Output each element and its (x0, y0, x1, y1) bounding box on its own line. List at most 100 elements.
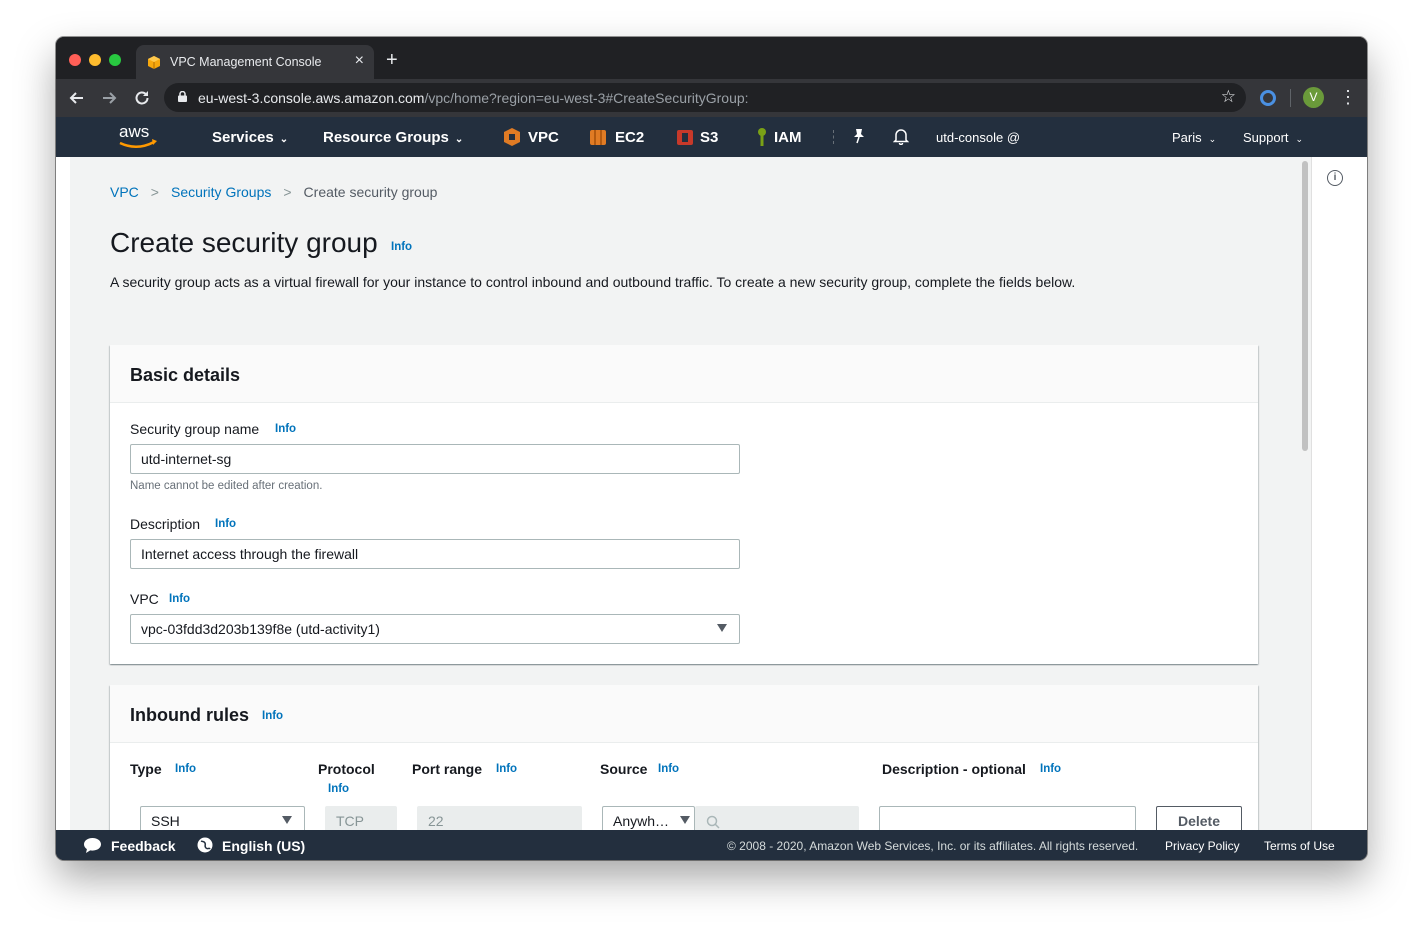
rule-source-value: Anywh… (613, 813, 670, 829)
description-info-link[interactable]: Info (215, 518, 236, 530)
chevron-right-icon: > (283, 184, 292, 200)
chevron-down-icon: ⌄ (1208, 134, 1217, 144)
reload-icon[interactable] (133, 89, 151, 107)
rule-type-select[interactable]: SSH (140, 806, 305, 830)
aws-logo-icon[interactable]: aws (116, 122, 160, 152)
aws-logo-text: aws (119, 122, 149, 141)
security-group-name-label: Security group name (130, 421, 260, 437)
rule-source-select[interactable]: Anywh… (602, 806, 695, 830)
ec2-service-icon (590, 130, 606, 145)
terms-of-use-link[interactable]: Terms of Use (1264, 839, 1335, 853)
s3-service-icon (677, 130, 693, 145)
security-group-name-hint: Name cannot be edited after creation. (130, 480, 323, 492)
vpc-info-link[interactable]: Info (169, 593, 190, 605)
rule-port-range-field: 22 (417, 806, 582, 830)
shortcut-iam[interactable]: IAM (774, 129, 802, 146)
description-input[interactable]: Internet access through the firewall (130, 539, 740, 569)
rule-description-input[interactable] (879, 806, 1136, 830)
shortcut-ec2[interactable]: EC2 (615, 129, 644, 146)
feedback-bubble-icon (84, 838, 101, 853)
description-col-info-link[interactable]: Info (1040, 763, 1061, 775)
security-group-name-input[interactable]: utd-internet-sg (130, 444, 740, 474)
tab-close-icon[interactable]: × (355, 52, 364, 70)
close-window-button[interactable] (69, 54, 81, 66)
extension-icon[interactable] (1260, 90, 1276, 106)
account-menu[interactable]: utd-console @ (936, 130, 1020, 145)
column-protocol: Protocol (318, 761, 375, 777)
inbound-rules-title: Inbound rules (130, 705, 249, 725)
caret-down-icon (282, 816, 292, 824)
inbound-rules-info-link[interactable]: Info (262, 710, 283, 722)
browser-tab[interactable]: VPC Management Console × (136, 45, 374, 79)
url-text: eu-west-3.console.aws.amazon.com/vpc/hom… (198, 90, 749, 106)
protocol-info-link[interactable]: Info (328, 783, 349, 795)
vpc-label: VPC (130, 591, 159, 607)
globe-icon (197, 837, 213, 853)
forward-arrow-icon[interactable] (100, 89, 118, 107)
shortcut-s3[interactable]: S3 (700, 129, 718, 146)
profile-avatar[interactable]: V (1303, 87, 1324, 108)
new-tab-button[interactable]: + (386, 50, 398, 70)
delete-rule-button[interactable]: Delete (1156, 806, 1242, 830)
type-info-link[interactable]: Info (175, 763, 196, 775)
chevron-down-icon: ⌄ (454, 134, 464, 145)
bookmark-star-icon[interactable]: ☆ (1221, 87, 1236, 107)
port-range-info-link[interactable]: Info (496, 763, 517, 775)
maximize-window-button[interactable] (109, 54, 121, 66)
inbound-rules-panel: Inbound rules Info Type Info Protocol In… (110, 685, 1258, 830)
page-description: A security group acts as a virtual firew… (110, 274, 1076, 290)
region-menu[interactable]: Paris ⌄ (1172, 130, 1216, 145)
chevron-right-icon: > (150, 184, 159, 200)
minimize-window-button[interactable] (89, 54, 101, 66)
resource-groups-label: Resource Groups (323, 129, 449, 146)
breadcrumb-current: Create security group (303, 184, 438, 200)
chevron-down-icon: ⌄ (279, 134, 289, 145)
vpc-service-icon (504, 128, 520, 146)
lock-icon (178, 91, 187, 102)
aws-box-favicon-icon (148, 56, 160, 69)
column-source: Source (600, 761, 648, 777)
aws-top-nav: aws Services ⌄ Resource Groups ⌄ VPC EC2 S… (56, 117, 1367, 157)
console-footer: Feedback English (US) © 2008 - 2020, Ama… (56, 830, 1367, 860)
source-info-link[interactable]: Info (658, 763, 679, 775)
support-menu[interactable]: Support ⌄ (1243, 130, 1303, 145)
info-circle-icon[interactable]: i (1327, 170, 1343, 186)
tab-title: VPC Management Console (170, 55, 322, 69)
rule-protocol-field: TCP (325, 806, 397, 830)
scrollbar-thumb[interactable] (1302, 161, 1308, 451)
chevron-down-icon: ⌄ (1295, 134, 1304, 144)
basic-details-title: Basic details (130, 365, 241, 385)
page-info-link[interactable]: Info (391, 241, 412, 253)
search-icon (706, 815, 720, 829)
language-selector[interactable]: English (US) (222, 838, 305, 854)
basic-details-header: Basic details (110, 345, 1258, 403)
breadcrumb-security-groups[interactable]: Security Groups (171, 184, 271, 200)
url-host: eu-west-3.console.aws.amazon.com (198, 90, 425, 106)
bell-icon[interactable] (893, 127, 909, 145)
side-nav-collapsed (56, 157, 70, 830)
help-panel-rail: i (1311, 157, 1367, 830)
shortcut-vpc[interactable]: VPC (528, 129, 559, 146)
tab-strip: VPC Management Console × + (56, 37, 1367, 79)
pin-icon[interactable] (852, 128, 866, 144)
breadcrumb-vpc[interactable]: VPC (110, 184, 139, 200)
address-bar[interactable]: eu-west-3.console.aws.amazon.com/vpc/hom… (164, 83, 1246, 112)
nav-divider (833, 130, 834, 144)
copyright-text: © 2008 - 2020, Amazon Web Services, Inc.… (727, 839, 1139, 853)
breadcrumb: VPC > Security Groups > Create security grou… (110, 184, 437, 200)
column-type: Type (130, 761, 162, 777)
privacy-policy-link[interactable]: Privacy Policy (1165, 839, 1240, 853)
rule-source-cidr-input[interactable] (695, 806, 859, 830)
browser-window: VPC Management Console × + eu-west-3.con… (56, 37, 1367, 860)
back-arrow-icon[interactable] (68, 89, 86, 107)
feedback-link[interactable]: Feedback (111, 838, 176, 854)
description-label: Description (130, 516, 201, 532)
page-title: Create security group (110, 227, 378, 258)
browser-menu-icon[interactable]: ⋮ (1339, 87, 1357, 107)
inbound-rules-header: Inbound rules Info (110, 685, 1258, 743)
vpc-select[interactable]: vpc-03fdd3d203b139f8e (utd-activity1) (130, 614, 740, 644)
support-label: Support (1243, 130, 1289, 145)
security-group-name-info-link[interactable]: Info (275, 423, 296, 435)
services-menu[interactable]: Services ⌄ (212, 129, 288, 146)
resource-groups-menu[interactable]: Resource Groups ⌄ (323, 129, 463, 146)
